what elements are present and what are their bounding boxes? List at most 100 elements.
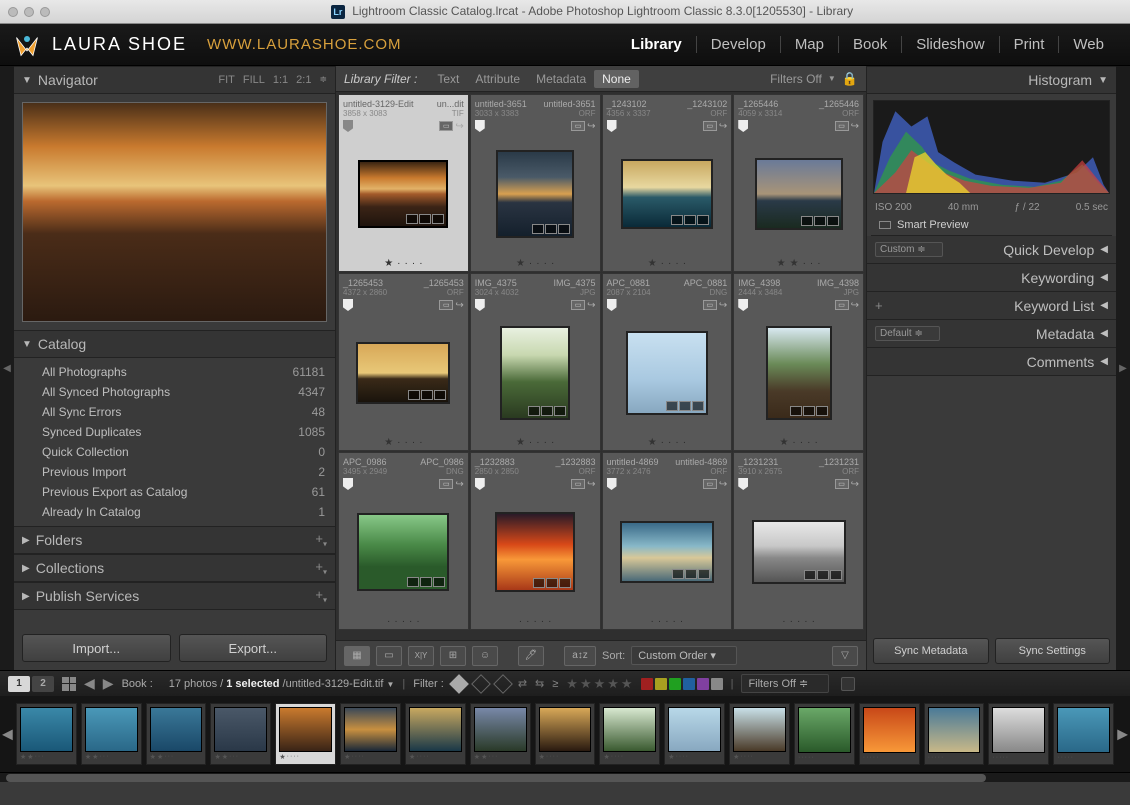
rotate-icon[interactable]: ↪	[851, 479, 859, 490]
catalog-item[interactable]: All Photographs61181	[14, 362, 335, 382]
rating-stars[interactable]: ★★···	[738, 256, 859, 269]
people-view-button[interactable]: ☺	[472, 646, 498, 666]
folders-panel-header[interactable]: ▶ Folders +▾	[14, 526, 335, 554]
grid-cell[interactable]: untitled-4869untitled-48693772 x 2476ORF…	[602, 452, 733, 630]
filmstrip-cell[interactable]: ★★···	[470, 703, 531, 765]
nav-zoom-1-1[interactable]: 1:1	[273, 74, 288, 86]
color-swatch[interactable]	[711, 678, 723, 690]
add-keyword-button[interactable]: +	[875, 298, 883, 313]
zoom-icon[interactable]	[40, 7, 50, 17]
flag-icon[interactable]	[738, 120, 748, 132]
filter-preset-dropdown[interactable]: Filters Off ≑	[741, 674, 829, 693]
module-tab-develop[interactable]: Develop	[697, 36, 781, 53]
rotate-ccw-icon[interactable]: ▭	[439, 121, 453, 131]
flag-rejected-filter[interactable]	[493, 674, 513, 694]
flag-icon[interactable]	[343, 120, 353, 132]
rotate-ccw-icon[interactable]: ▭	[571, 479, 585, 489]
rating-stars[interactable]: ·····	[738, 614, 859, 627]
rotate-ccw-icon[interactable]: ▭	[439, 300, 453, 310]
filmstrip-cell[interactable]: ·····	[1053, 703, 1114, 765]
module-tab-library[interactable]: Library	[617, 36, 697, 53]
rating-stars[interactable]: ★····	[738, 435, 859, 448]
rotate-ccw-icon[interactable]: ▭	[703, 300, 717, 310]
filmstrip-right-button[interactable]: ▶	[1117, 726, 1128, 743]
second-window-button[interactable]: 2	[32, 676, 54, 692]
flag-picked-filter[interactable]	[449, 674, 469, 694]
grid-cell[interactable]: APC_0986APC_09863495 x 2949DNG▭↪·····	[338, 452, 469, 630]
grid-cell[interactable]: untitled-3129-Editun...dit3858 x 3083TIF…	[338, 94, 469, 272]
scrollbar-thumb[interactable]	[6, 774, 986, 782]
rating-stars[interactable]: ·····	[607, 614, 728, 627]
filter-tab-text[interactable]: Text	[429, 70, 467, 88]
filmstrip-cell[interactable]: ·····	[859, 703, 920, 765]
flag-icon[interactable]	[475, 120, 485, 132]
grid-cell[interactable]: APC_0881APC_08812087 x 2104DNG▭↪★····	[602, 273, 733, 451]
rating-stars[interactable]: ★····	[475, 256, 596, 269]
catalog-item[interactable]: Quick Collection0	[14, 442, 335, 462]
grid-cell[interactable]: untitled-3651untitled-36513033 x 3383ORF…	[470, 94, 601, 272]
right-collapse-button[interactable]: ▶	[1116, 66, 1130, 670]
rotate-ccw-icon[interactable]: ▭	[835, 121, 849, 131]
filters-off-dropdown[interactable]: Filters Off	[770, 72, 822, 86]
flag-icon[interactable]	[475, 478, 485, 490]
rating-stars[interactable]: ★····	[343, 435, 464, 448]
rotate-icon[interactable]: ↪	[719, 300, 727, 311]
flag-icon[interactable]	[607, 299, 617, 311]
color-swatch[interactable]	[683, 678, 695, 690]
rotate-ccw-icon[interactable]: ▭	[703, 121, 717, 131]
rating-stars[interactable]: ★····	[607, 256, 728, 269]
publish-panel-header[interactable]: ▶ Publish Services +▾	[14, 582, 335, 610]
color-swatch[interactable]	[697, 678, 709, 690]
module-tab-slideshow[interactable]: Slideshow	[902, 36, 999, 53]
filter-tab-metadata[interactable]: Metadata	[528, 70, 594, 88]
catalog-item[interactable]: Previous Import2	[14, 462, 335, 482]
rating-stars[interactable]: ·····	[343, 614, 464, 627]
module-tab-print[interactable]: Print	[1000, 36, 1060, 53]
export-button[interactable]: Export...	[179, 634, 328, 662]
grid-icon[interactable]	[62, 677, 76, 691]
add-folder-button[interactable]: +▾	[315, 531, 327, 549]
nav-forward-button[interactable]: ▶	[103, 675, 114, 692]
rotate-icon[interactable]: ↪	[587, 300, 595, 311]
filmstrip-cell[interactable]: ★····	[729, 703, 790, 765]
flag-icon[interactable]	[475, 299, 485, 311]
rating-filter[interactable]: ★★★★★	[566, 676, 632, 692]
flag-icon[interactable]	[607, 120, 617, 132]
filmstrip-cell[interactable]: ★····	[599, 703, 660, 765]
filmstrip-cell[interactable]: ·····	[924, 703, 985, 765]
metadata-preset-dropdown[interactable]: Default ≑	[875, 326, 940, 341]
grid-view-button[interactable]: ▦	[344, 646, 370, 666]
rotate-ccw-icon[interactable]: ▭	[703, 479, 717, 489]
metadata-panel-header[interactable]: Default ≑ Metadata ◀	[867, 320, 1116, 348]
histogram-panel-header[interactable]: Histogram ▼	[867, 66, 1116, 94]
sync-settings-button[interactable]: Sync Settings	[995, 638, 1111, 664]
survey-view-button[interactable]: ⊞	[440, 646, 466, 666]
loupe-view-button[interactable]: ▭	[376, 646, 402, 666]
rotate-icon[interactable]: ↪	[455, 121, 463, 132]
grid-cell[interactable]: _1232883_12328832850 x 2850ORF▭↪·····	[470, 452, 601, 630]
rotate-ccw-icon[interactable]: ▭	[571, 121, 585, 131]
rating-stars[interactable]: ★····	[475, 435, 596, 448]
add-collection-button[interactable]: +▾	[315, 559, 327, 577]
sync-metadata-button[interactable]: Sync Metadata	[873, 638, 989, 664]
flag-unflagged-filter[interactable]	[471, 674, 491, 694]
filmstrip-cell[interactable]: ★····	[275, 703, 336, 765]
filmstrip-left-button[interactable]: ◀	[2, 726, 13, 743]
filmstrip-cell[interactable]: ★★···	[81, 703, 142, 765]
module-tab-book[interactable]: Book	[839, 36, 902, 53]
import-button[interactable]: Import...	[22, 634, 171, 662]
navigator-preview[interactable]	[22, 102, 327, 322]
catalog-item[interactable]: All Synced Photographs4347	[14, 382, 335, 402]
main-window-button[interactable]: 1	[8, 676, 30, 692]
close-icon[interactable]	[8, 7, 18, 17]
compare-view-button[interactable]: X|Y	[408, 646, 434, 666]
filter-tab-none[interactable]: None	[594, 70, 639, 88]
filmstrip-cell[interactable]: ★····	[405, 703, 466, 765]
grid-cell[interactable]: IMG_4375IMG_43753024 x 4032JPG▭↪★····	[470, 273, 601, 451]
rotate-ccw-icon[interactable]: ▭	[835, 300, 849, 310]
nav-zoom-2-1[interactable]: 2:1	[296, 74, 311, 86]
grid-cell[interactable]: _1243102_12431024356 x 3337ORF▭↪★····	[602, 94, 733, 272]
chevron-down-icon[interactable]: ▼	[386, 680, 394, 689]
quick-develop-panel-header[interactable]: Custom ≑ Quick Develop ◀	[867, 236, 1116, 264]
grid-cell[interactable]: IMG_4398IMG_43982444 x 3484JPG▭↪★····	[733, 273, 864, 451]
